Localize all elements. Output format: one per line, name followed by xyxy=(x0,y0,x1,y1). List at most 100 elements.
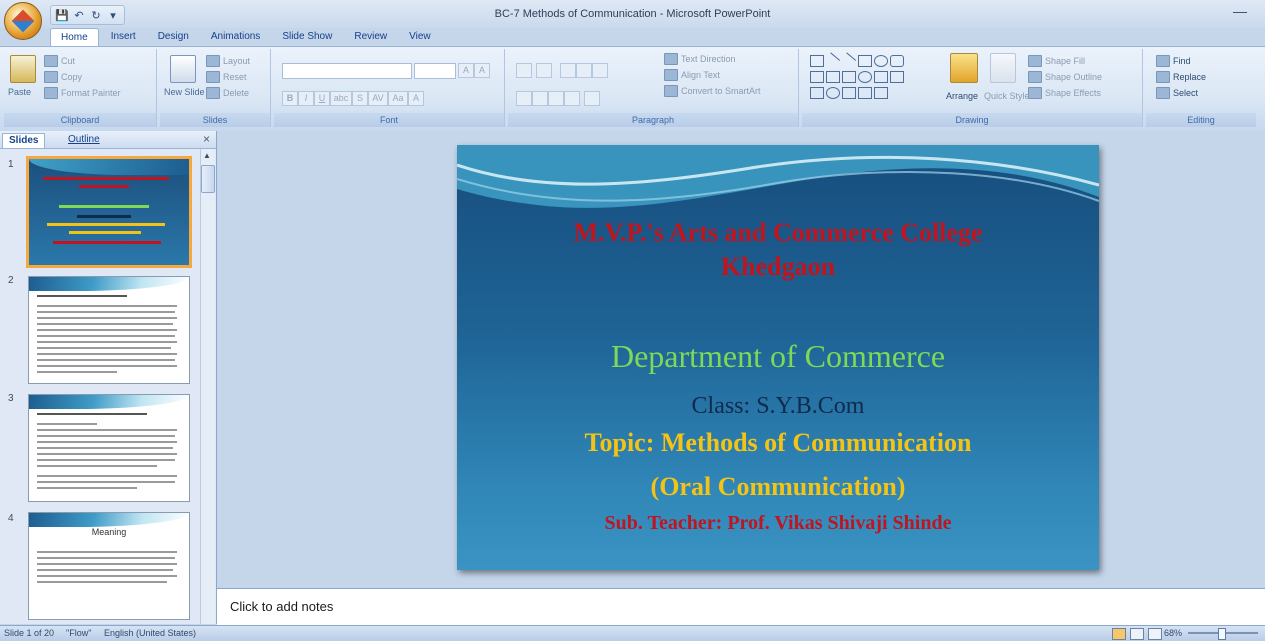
shape-fill-button[interactable]: Shape Fill xyxy=(1028,55,1085,67)
curve-shape-icon[interactable] xyxy=(810,87,824,99)
tab-design[interactable]: Design xyxy=(148,28,199,46)
arc-shape-icon[interactable] xyxy=(826,87,840,99)
paste-button[interactable]: Paste xyxy=(8,87,31,97)
italic-button[interactable]: I xyxy=(298,91,314,106)
callout-shape-icon[interactable] xyxy=(890,71,904,83)
pane-scrollbar[interactable] xyxy=(200,149,215,624)
office-button[interactable] xyxy=(4,2,42,40)
rectangle-shape-icon[interactable] xyxy=(858,55,872,67)
font-color-button[interactable]: A xyxy=(408,91,424,106)
scroll-up-icon[interactable]: ▲ xyxy=(201,150,213,162)
class-name[interactable]: Class: S.Y.B.Com xyxy=(457,391,1099,421)
underline-button[interactable]: U xyxy=(314,91,330,106)
bold-button[interactable]: B xyxy=(282,91,298,106)
grow-font-button[interactable]: A xyxy=(458,63,474,78)
slide-thumbnail-4[interactable]: Meaning xyxy=(28,512,190,620)
bracket-shape-icon[interactable] xyxy=(858,87,872,99)
shape-outline-button[interactable]: Shape Outline xyxy=(1028,71,1102,83)
topic-subtitle[interactable]: (Oral Communication) xyxy=(457,471,1099,503)
line-shape-icon[interactable] xyxy=(823,52,841,69)
columns-button[interactable] xyxy=(584,91,600,106)
justify-button[interactable] xyxy=(564,91,580,106)
numbering-button[interactable] xyxy=(536,63,552,78)
normal-view-icon[interactable] xyxy=(1112,628,1126,640)
increase-indent-button[interactable] xyxy=(576,63,592,78)
star-shape-icon[interactable] xyxy=(874,87,888,99)
arrange-icon[interactable] xyxy=(950,53,978,83)
college-place[interactable]: Khedgaon xyxy=(457,251,1099,283)
oval-shape-icon[interactable] xyxy=(874,55,888,67)
layout-button[interactable]: Layout xyxy=(206,55,250,67)
text-direction-button[interactable]: Text Direction xyxy=(664,53,736,65)
find-button[interactable]: Find xyxy=(1156,55,1191,67)
zoom-slider-thumb[interactable] xyxy=(1218,628,1226,640)
tab-outline[interactable]: Outline xyxy=(62,133,106,147)
strikethrough-button[interactable]: abc xyxy=(330,91,352,106)
align-text-button[interactable]: Align Text xyxy=(664,69,720,81)
cut-button[interactable]: Cut xyxy=(44,55,75,67)
current-slide[interactable]: M.V.P.'s Arts and Commerce College Khedg… xyxy=(457,145,1099,570)
slideshow-icon[interactable] xyxy=(1148,628,1162,640)
zoom-level[interactable]: 68% xyxy=(1164,627,1182,640)
triangle-shape-icon[interactable] xyxy=(810,71,824,83)
align-center-button[interactable] xyxy=(532,91,548,106)
align-right-button[interactable] xyxy=(548,91,564,106)
tab-slides[interactable]: Slides xyxy=(2,133,46,148)
tab-review[interactable]: Review xyxy=(344,28,397,46)
tab-insert[interactable]: Insert xyxy=(101,28,146,46)
notes-placeholder[interactable]: Click to add notes xyxy=(230,599,333,614)
tab-home[interactable]: Home xyxy=(50,28,99,47)
bullets-button[interactable] xyxy=(516,63,532,78)
change-case-button[interactable]: Aa xyxy=(388,91,408,106)
topic-title[interactable]: Topic: Methods of Communication xyxy=(457,427,1099,459)
close-pane-icon[interactable]: × xyxy=(203,132,210,146)
minimize-button[interactable]: — xyxy=(1228,4,1252,22)
font-size-combo[interactable] xyxy=(414,63,456,79)
teacher-name[interactable]: Sub. Teacher: Prof. Vikas Shivaji Shinde xyxy=(457,510,1099,536)
slide-thumbnail-1[interactable] xyxy=(26,156,192,268)
new-slide-button[interactable]: New Slide xyxy=(164,87,205,97)
customize-qat-icon[interactable]: ▾ xyxy=(106,8,120,22)
connector-shape-icon[interactable] xyxy=(842,71,856,83)
select-button[interactable]: Select xyxy=(1156,87,1198,99)
convert-smartart-button[interactable]: Convert to SmartArt xyxy=(664,85,761,97)
quick-styles-icon[interactable] xyxy=(990,53,1016,83)
reset-button[interactable]: Reset xyxy=(206,71,247,83)
save-icon[interactable]: 💾 xyxy=(55,8,69,22)
replace-button[interactable]: Replace xyxy=(1156,71,1206,83)
font-name-combo[interactable] xyxy=(282,63,412,79)
decrease-indent-button[interactable] xyxy=(560,63,576,78)
copy-button[interactable]: Copy xyxy=(44,71,82,83)
notes-pane[interactable]: Click to add notes xyxy=(217,588,1265,625)
department-name[interactable]: Department of Commerce xyxy=(457,337,1099,375)
tab-slide-show[interactable]: Slide Show xyxy=(272,28,342,46)
arrow-shape-icon[interactable] xyxy=(839,52,857,69)
undo-icon[interactable]: ↶ xyxy=(72,8,86,22)
scrollbar-thumb[interactable] xyxy=(201,165,215,193)
shrink-font-button[interactable]: A xyxy=(474,63,490,78)
tab-view[interactable]: View xyxy=(399,28,441,46)
tab-animations[interactable]: Animations xyxy=(201,28,270,46)
char-spacing-button[interactable]: AV xyxy=(368,91,388,106)
quick-styles-button[interactable]: Quick Styles xyxy=(984,91,1034,101)
arrange-button[interactable]: Arrange xyxy=(946,91,978,101)
slide-thumbnail-2[interactable] xyxy=(28,276,190,384)
language-indicator[interactable]: English (United States) xyxy=(104,627,196,640)
slide-thumbnail-3[interactable] xyxy=(28,394,190,502)
align-left-button[interactable] xyxy=(516,91,532,106)
arrow-down-shape-icon[interactable] xyxy=(874,71,888,83)
format-painter-button[interactable]: Format Painter xyxy=(44,87,121,99)
new-slide-icon[interactable] xyxy=(170,55,196,83)
delete-button[interactable]: Delete xyxy=(206,87,249,99)
arrow-right-shape-icon[interactable] xyxy=(858,71,872,83)
shape-effects-button[interactable]: Shape Effects xyxy=(1028,87,1101,99)
line-spacing-button[interactable] xyxy=(592,63,608,78)
paste-icon[interactable] xyxy=(10,55,36,83)
redo-icon[interactable]: ↻ xyxy=(89,8,103,22)
rounded-rect-shape-icon[interactable] xyxy=(890,55,904,67)
college-name[interactable]: M.V.P.'s Arts and Commerce College xyxy=(457,217,1099,249)
brace-shape-icon[interactable] xyxy=(842,87,856,99)
slide-sorter-icon[interactable] xyxy=(1130,628,1144,640)
elbow-shape-icon[interactable] xyxy=(826,71,840,83)
shadow-button[interactable]: S xyxy=(352,91,368,106)
